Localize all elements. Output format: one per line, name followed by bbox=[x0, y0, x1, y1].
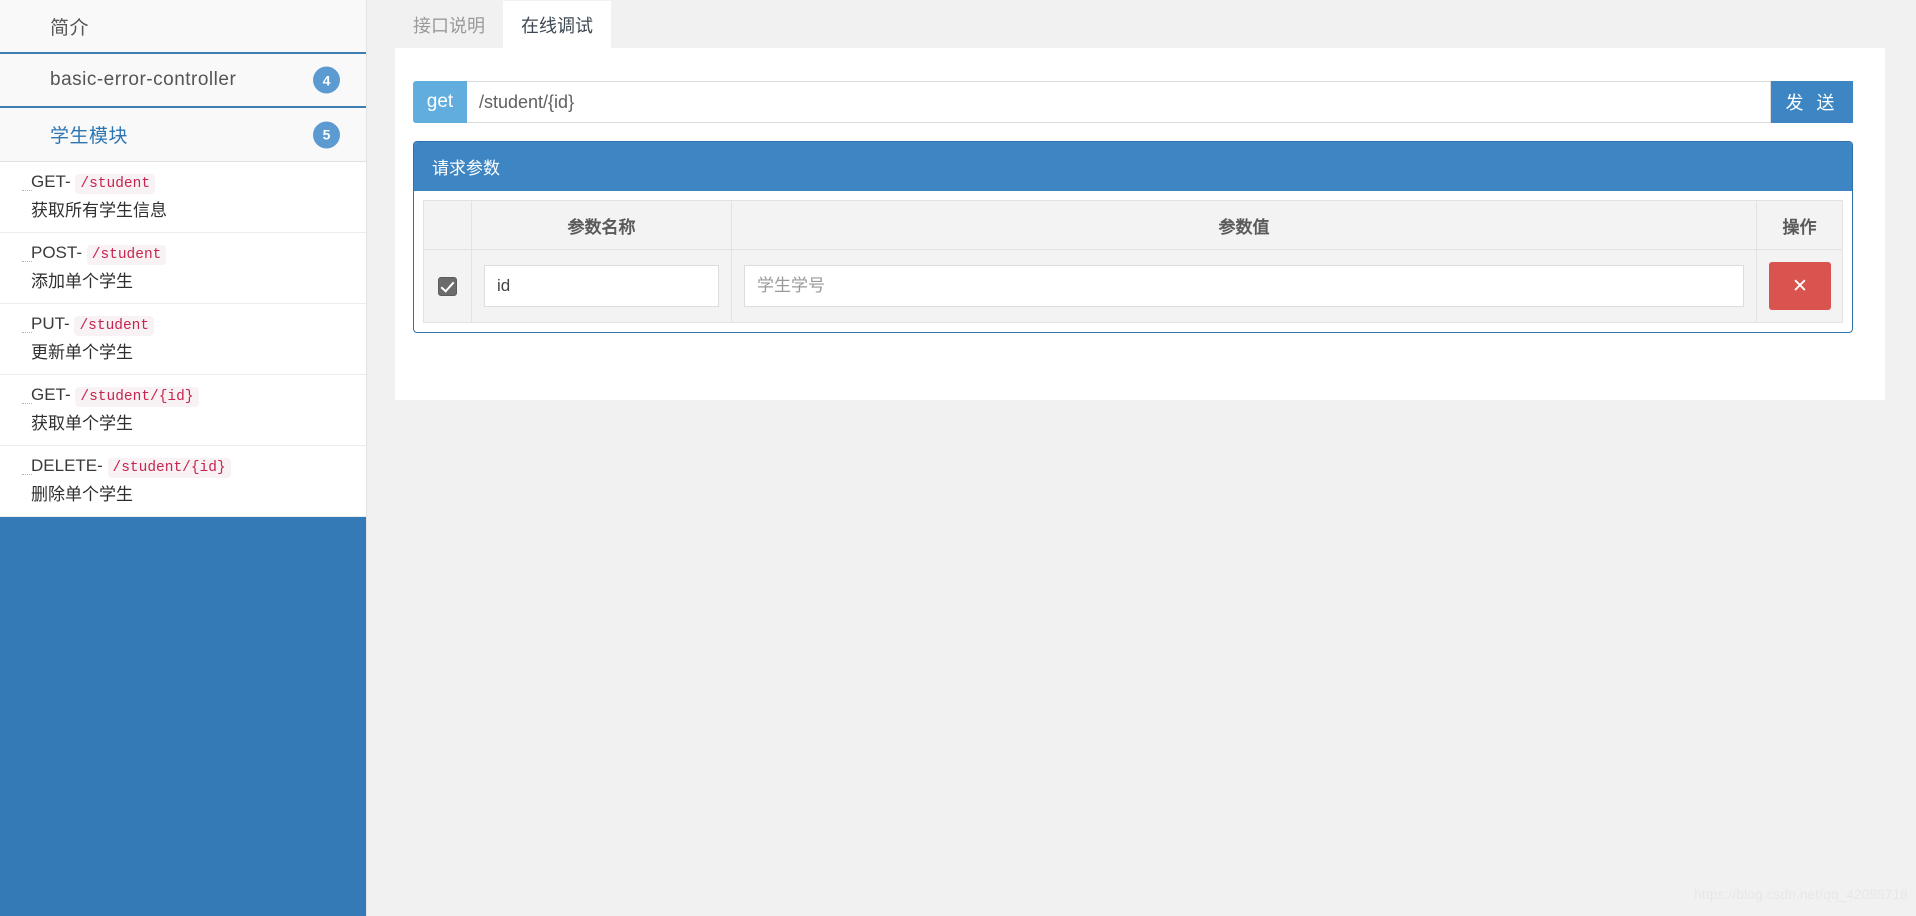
api-signature: POST- /student bbox=[31, 240, 356, 268]
param-value-input[interactable] bbox=[744, 265, 1744, 307]
app-root: 简介 basic-error-controller 4 学生模块 5 GET- … bbox=[0, 0, 1916, 916]
api-method-label: DELETE- bbox=[31, 456, 103, 475]
api-description: 获取所有学生信息 bbox=[31, 201, 167, 220]
api-signature: PUT- /student bbox=[31, 311, 356, 339]
tab-online-debug[interactable]: 在线调试 bbox=[503, 1, 611, 49]
sidebar-group-title: basic-error-controller bbox=[50, 69, 237, 90]
column-header-param-value: 参数值 bbox=[731, 200, 1757, 250]
table-row: ✕ bbox=[423, 249, 1843, 323]
param-name-input[interactable] bbox=[484, 265, 719, 307]
status-badge: 4 bbox=[313, 66, 340, 94]
params-panel-body: 参数名称 参数值 操作 id 学生学号 ✕ bbox=[414, 191, 1852, 332]
table-header-row: 参数名称 参数值 操作 bbox=[423, 200, 1843, 250]
api-method-label: GET- bbox=[31, 385, 71, 404]
api-signature: DELETE- /student/{id} bbox=[31, 453, 356, 481]
tab-api-doc[interactable]: 接口说明 bbox=[395, 1, 503, 49]
cell-action: ✕ bbox=[1756, 249, 1843, 323]
list-item[interactable]: POST- /student 添加单个学生 bbox=[0, 233, 366, 304]
http-method-badge[interactable]: get bbox=[413, 81, 467, 123]
sidebar-item-intro[interactable]: 简介 bbox=[0, 0, 366, 54]
api-path-code: /student/{id} bbox=[107, 458, 231, 478]
sidebar-group-header[interactable]: 学生模块 5 bbox=[0, 108, 366, 162]
api-path-code: /student bbox=[74, 316, 155, 336]
main-content: 接口说明 在线调试 get 发 送 请求参数 bbox=[368, 0, 1916, 916]
api-method-label: POST- bbox=[31, 243, 83, 262]
api-signature: GET- /student/{id} bbox=[31, 382, 356, 410]
request-url-bar: get 发 送 bbox=[413, 81, 1853, 123]
cell-select bbox=[423, 249, 472, 323]
sidebar-scroll-area: 简介 basic-error-controller 4 学生模块 5 GET- … bbox=[0, 0, 366, 517]
cell-param-value bbox=[731, 249, 1757, 323]
delete-param-button[interactable]: ✕ bbox=[1769, 262, 1831, 310]
api-description: 删除单个学生 bbox=[31, 485, 133, 504]
column-header-select bbox=[423, 200, 472, 250]
api-path-code: /student bbox=[86, 245, 167, 265]
send-button[interactable]: 发 送 bbox=[1771, 81, 1853, 123]
sidebar: 简介 basic-error-controller 4 学生模块 5 GET- … bbox=[0, 0, 367, 916]
request-params-panel: 请求参数 参数名称 参数值 操作 id 学生学号 ✕ bbox=[413, 141, 1853, 333]
sidebar-group-title: 学生模块 bbox=[50, 126, 129, 147]
api-method-label: PUT- bbox=[31, 314, 70, 333]
cell-param-name bbox=[471, 249, 732, 323]
params-panel-title: 请求参数 bbox=[414, 142, 1852, 191]
api-path-code: /student/{id} bbox=[75, 387, 199, 407]
api-method-label: GET- bbox=[31, 172, 71, 191]
list-item[interactable]: GET- /student/{id} 获取单个学生 bbox=[0, 375, 366, 446]
api-signature: GET- /student bbox=[31, 169, 356, 197]
sidebar-api-list: GET- /student 获取所有学生信息 POST- /student 添加… bbox=[0, 162, 366, 517]
api-path-code: /student bbox=[75, 174, 156, 194]
list-item[interactable]: GET- /student 获取所有学生信息 bbox=[0, 162, 366, 233]
request-url-input[interactable] bbox=[467, 81, 1771, 123]
sidebar-intro-label: 简介 bbox=[50, 17, 90, 39]
tab-bar: 接口说明 在线调试 bbox=[395, 0, 611, 49]
api-description: 添加单个学生 bbox=[31, 272, 133, 291]
api-description: 更新单个学生 bbox=[31, 343, 133, 362]
list-item[interactable]: PUT- /student 更新单个学生 bbox=[0, 304, 366, 375]
status-badge: 5 bbox=[313, 121, 340, 148]
api-description: 获取单个学生 bbox=[31, 414, 133, 433]
debug-panel: get 发 送 请求参数 参数名称 参数值 bbox=[395, 48, 1885, 400]
watermark: https://blog.csdn.net/qq_42098718 bbox=[1694, 887, 1908, 902]
sidebar-group-basic-error-controller: basic-error-controller 4 bbox=[0, 54, 366, 108]
column-header-param-name: 参数名称 bbox=[471, 200, 732, 250]
sidebar-group-header[interactable]: basic-error-controller 4 bbox=[0, 54, 366, 108]
column-header-action: 操作 bbox=[1756, 200, 1843, 250]
list-item[interactable]: DELETE- /student/{id} 删除单个学生 bbox=[0, 446, 366, 517]
params-table: 参数名称 参数值 操作 id 学生学号 ✕ bbox=[423, 200, 1843, 323]
param-enabled-checkbox[interactable] bbox=[438, 276, 457, 296]
sidebar-group-student-module: 学生模块 5 GET- /student 获取所有学生信息 POST- /stu… bbox=[0, 108, 366, 517]
